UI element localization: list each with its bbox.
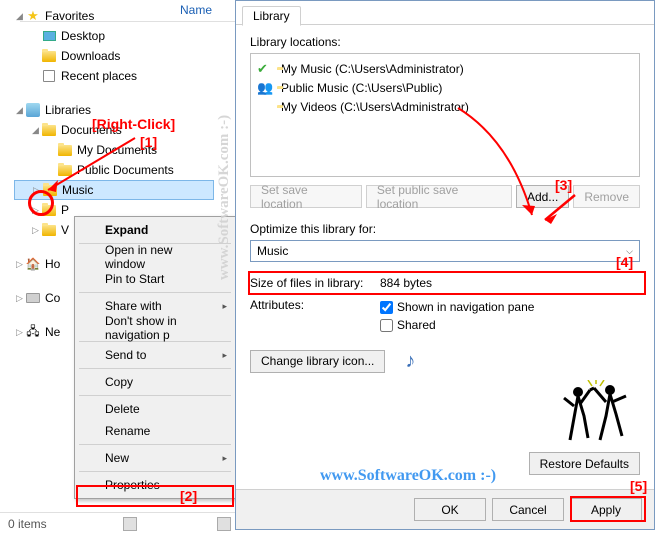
optimize-value: Music — [257, 244, 288, 258]
documents-node[interactable]: ◢Documents — [14, 120, 214, 140]
optimize-combobox[interactable]: Music ⌵ — [250, 240, 640, 262]
computer-icon — [25, 290, 41, 306]
folder-icon — [42, 182, 58, 198]
ctx-pin-start[interactable]: Pin to Start — [77, 268, 233, 290]
library-properties-dialog: Library Library locations: ✔My Music (C:… — [235, 0, 655, 530]
tab-strip: Library — [236, 1, 654, 25]
libraries-icon — [25, 102, 41, 118]
size-label: Size of files in library: — [250, 276, 380, 290]
libraries-node[interactable]: ◢Libraries — [14, 100, 214, 120]
desktop-node[interactable]: Desktop — [14, 26, 214, 46]
people-icon: 👥 — [257, 80, 273, 96]
tab-library[interactable]: Library — [242, 6, 301, 26]
view-icon[interactable] — [123, 517, 137, 531]
desktop-icon — [41, 28, 57, 44]
folder-icon — [41, 122, 57, 138]
set-public-save-location-button[interactable]: Set public save location — [366, 185, 512, 208]
music-node[interactable]: ▷Music — [14, 180, 214, 200]
ok-button[interactable]: OK — [414, 498, 486, 521]
status-bar: 0 items — [0, 512, 235, 534]
shown-in-nav-checkbox[interactable]: Shown in navigation pane — [380, 298, 534, 316]
folder-icon — [41, 48, 57, 64]
change-library-icon-button[interactable]: Change library icon... — [250, 350, 385, 373]
check-icon: ✔ — [257, 61, 273, 77]
folder-icon — [57, 162, 73, 178]
location-row[interactable]: 👥Public Music (C:\Users\Public) — [257, 79, 633, 97]
ctx-properties[interactable]: Properties — [77, 474, 233, 496]
favorites-node[interactable]: ◢★Favorites — [14, 6, 214, 26]
cancel-button[interactable]: Cancel — [492, 498, 564, 521]
ctx-dont-show-nav[interactable]: Don't show in navigation p — [77, 317, 233, 339]
chevron-down-icon: ⌵ — [626, 246, 633, 257]
shared-checkbox[interactable]: Shared — [380, 316, 534, 334]
context-menu: Expand Open in new window Pin to Start S… — [74, 216, 236, 499]
public-documents-node[interactable]: Public Documents — [14, 160, 214, 180]
recent-icon — [41, 68, 57, 84]
ctx-rename[interactable]: Rename — [77, 420, 233, 442]
my-documents-node[interactable]: My Documents — [14, 140, 214, 160]
ctx-new[interactable]: New — [77, 447, 233, 469]
folder-icon — [57, 142, 73, 158]
view-icon[interactable] — [217, 517, 231, 531]
recent-node[interactable]: Recent places — [14, 66, 214, 86]
ctx-expand[interactable]: Expand — [77, 219, 233, 241]
dancers-clipart — [556, 380, 636, 450]
remove-button[interactable]: Remove — [573, 185, 640, 208]
apply-button[interactable]: Apply — [570, 498, 642, 521]
homegroup-icon: 🏠 — [25, 256, 41, 272]
restore-defaults-button[interactable]: Restore Defaults — [529, 452, 640, 475]
downloads-node[interactable]: Downloads — [14, 46, 214, 66]
locations-label: Library locations: — [250, 35, 640, 49]
folder-icon — [41, 222, 57, 238]
star-icon: ★ — [25, 8, 41, 24]
dialog-button-row: OK Cancel Apply — [236, 489, 654, 529]
size-value: 884 bytes — [380, 276, 432, 290]
music-note-icon: ♪ — [395, 346, 425, 376]
location-row[interactable]: My Videos (C:\Users\Administrator) — [257, 98, 633, 116]
location-row[interactable]: ✔My Music (C:\Users\Administrator) — [257, 60, 633, 78]
attributes-label: Attributes: — [250, 298, 380, 312]
set-save-location-button[interactable]: Set save location — [250, 185, 362, 208]
item-count: 0 items — [8, 517, 47, 531]
locations-listbox[interactable]: ✔My Music (C:\Users\Administrator) 👥Publ… — [250, 53, 640, 177]
ctx-delete[interactable]: Delete — [77, 398, 233, 420]
ctx-copy[interactable]: Copy — [77, 371, 233, 393]
network-icon: 🖧 — [25, 324, 41, 340]
ctx-send-to[interactable]: Send to — [77, 344, 233, 366]
optimize-label: Optimize this library for: — [250, 222, 640, 236]
ctx-open-new-window[interactable]: Open in new window — [77, 246, 233, 268]
add-button[interactable]: Add... — [516, 185, 569, 208]
folder-icon — [41, 202, 57, 218]
